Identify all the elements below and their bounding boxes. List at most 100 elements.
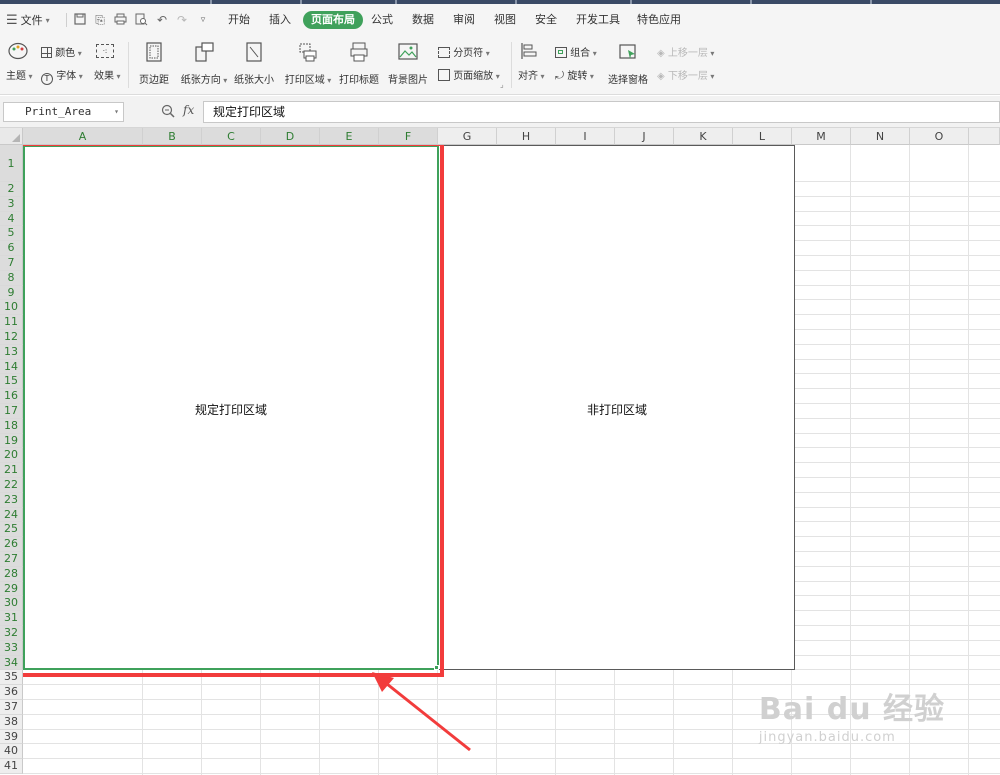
- row-header-22[interactable]: 22: [0, 478, 23, 493]
- row-header-28[interactable]: 28: [0, 566, 23, 582]
- row-header-13[interactable]: 13: [0, 344, 23, 360]
- row-header-27[interactable]: 27: [0, 552, 23, 567]
- column-header-j[interactable]: J: [615, 128, 674, 145]
- row-header-26[interactable]: 26: [0, 537, 23, 552]
- color-button[interactable]: 颜色 ▾: [41, 44, 82, 59]
- print-preview-icon[interactable]: [134, 13, 148, 27]
- align-icon[interactable]: [520, 42, 538, 63]
- column-header-l[interactable]: L: [733, 128, 792, 145]
- column-header-m[interactable]: M: [792, 128, 851, 145]
- tab-special-features[interactable]: 特色应用: [637, 11, 681, 29]
- column-header-e[interactable]: E: [320, 128, 379, 145]
- tab-formulas[interactable]: 公式: [371, 11, 393, 29]
- column-header-c[interactable]: C: [202, 128, 261, 145]
- row-header-15[interactable]: 15: [0, 374, 23, 390]
- tab-data[interactable]: 数据: [412, 11, 434, 29]
- select-all-corner[interactable]: [0, 128, 23, 145]
- row-header-37[interactable]: 37: [0, 700, 23, 715]
- page-zoom-button[interactable]: 页面缩放 ▾: [438, 67, 500, 82]
- tab-insert[interactable]: 插入: [269, 11, 291, 29]
- cell-grid[interactable]: 规定打印区域 非打印区域: [23, 145, 1000, 775]
- row-header-16[interactable]: 16: [0, 389, 23, 404]
- effect-button[interactable]: 效果 ▾: [94, 67, 121, 82]
- zoom-search-icon[interactable]: [161, 104, 175, 118]
- page-setup-launcher-icon[interactable]: ⌟: [500, 80, 504, 89]
- row-header-5[interactable]: 5: [0, 226, 23, 242]
- row-header-18[interactable]: 18: [0, 418, 23, 434]
- column-header-k[interactable]: K: [674, 128, 733, 145]
- column-header-n[interactable]: N: [851, 128, 910, 145]
- rotate-button[interactable]: ⤾ 旋转 ▾: [555, 67, 594, 83]
- send-backward-button[interactable]: ◈ 下移一层 ▾: [657, 67, 714, 82]
- row-header-17[interactable]: 17: [0, 404, 23, 419]
- row-header-40[interactable]: 40: [0, 744, 23, 760]
- row-header-21[interactable]: 21: [0, 463, 23, 478]
- font-button[interactable]: T 字体 ▾: [41, 67, 83, 85]
- row-header-20[interactable]: 20: [0, 448, 23, 464]
- effect-icon[interactable]: ·:: [96, 44, 114, 58]
- file-menu-button[interactable]: ☰ 文件 ▾: [6, 11, 50, 29]
- row-header-33[interactable]: 33: [0, 640, 23, 656]
- row-header-7[interactable]: 7: [0, 256, 23, 271]
- column-header-partial[interactable]: [969, 128, 1000, 145]
- undo-icon[interactable]: ↶: [155, 13, 169, 27]
- insert-function-button[interactable]: fx: [183, 103, 194, 117]
- column-header-h[interactable]: H: [497, 128, 556, 145]
- row-header-14[interactable]: 14: [0, 359, 23, 375]
- column-header-a[interactable]: A: [23, 128, 143, 145]
- formula-input[interactable]: 规定打印区域: [203, 101, 1000, 123]
- save-icon[interactable]: [73, 13, 87, 27]
- row-header-12[interactable]: 12: [0, 330, 23, 345]
- print-icon[interactable]: [113, 13, 127, 27]
- row-header-30[interactable]: 30: [0, 596, 23, 612]
- row-header-19[interactable]: 19: [0, 433, 23, 449]
- print-titles-button[interactable]: 打印标题: [331, 42, 387, 86]
- row-header-2[interactable]: 2: [0, 182, 23, 197]
- column-header-i[interactable]: I: [556, 128, 615, 145]
- column-header-f[interactable]: F: [379, 128, 438, 145]
- tab-view[interactable]: 视图: [494, 11, 516, 29]
- row-header-10[interactable]: 10: [0, 300, 23, 316]
- row-header-23[interactable]: 23: [0, 492, 23, 508]
- orientation-button[interactable]: 纸张方向 ▾: [174, 42, 234, 86]
- row-header-4[interactable]: 4: [0, 211, 23, 227]
- chevron-down-icon[interactable]: ▾: [114, 103, 119, 121]
- row-header-36[interactable]: 36: [0, 685, 23, 700]
- customize-toolbar-icon[interactable]: ▿: [196, 13, 210, 27]
- row-header-29[interactable]: 29: [0, 581, 23, 597]
- redo-icon[interactable]: ↷: [175, 13, 189, 27]
- theme-icon[interactable]: [8, 42, 28, 63]
- row-header-41[interactable]: 41: [0, 759, 23, 774]
- row-header-8[interactable]: 8: [0, 270, 23, 286]
- export-pdf-icon[interactable]: ⎘: [93, 13, 107, 27]
- column-header-g[interactable]: G: [438, 128, 497, 145]
- group-button[interactable]: 组合 ▾: [555, 44, 597, 59]
- tab-page-layout[interactable]: 页面布局: [303, 11, 363, 29]
- page-break-button[interactable]: 分页符 ▾: [438, 44, 490, 59]
- row-header-35[interactable]: 35: [0, 670, 23, 686]
- row-header-38[interactable]: 38: [0, 714, 23, 730]
- tab-review[interactable]: 审阅: [453, 11, 475, 29]
- row-header-3[interactable]: 3: [0, 196, 23, 212]
- align-button[interactable]: 对齐 ▾: [518, 67, 545, 82]
- tab-developer[interactable]: 开发工具: [576, 11, 620, 29]
- paper-size-button[interactable]: 纸张大小: [226, 42, 282, 86]
- row-header-39[interactable]: 39: [0, 729, 23, 745]
- background-image-button[interactable]: 背景图片: [380, 42, 436, 86]
- row-header-9[interactable]: 9: [0, 285, 23, 301]
- row-header-25[interactable]: 25: [0, 522, 23, 538]
- tab-security[interactable]: 安全: [535, 11, 557, 29]
- row-header-1[interactable]: 1: [0, 145, 23, 182]
- row-header-11[interactable]: 11: [0, 315, 23, 330]
- column-header-b[interactable]: B: [143, 128, 202, 145]
- theme-button[interactable]: 主题 ▾: [6, 67, 33, 82]
- row-header-31[interactable]: 31: [0, 611, 23, 626]
- bring-forward-button[interactable]: ◈ 上移一层 ▾: [657, 44, 714, 59]
- row-header-6[interactable]: 6: [0, 241, 23, 256]
- row-header-34[interactable]: 34: [0, 655, 23, 671]
- row-header-24[interactable]: 24: [0, 507, 23, 523]
- print-area-button[interactable]: 打印区域 ▾: [278, 42, 338, 86]
- row-header-32[interactable]: 32: [0, 626, 23, 641]
- column-header-d[interactable]: D: [261, 128, 320, 145]
- selection-pane-button[interactable]: 选择窗格: [603, 42, 653, 86]
